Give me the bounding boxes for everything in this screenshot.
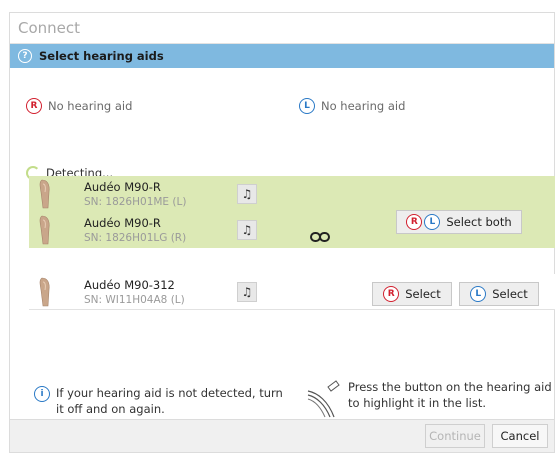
hearing-aid-icon xyxy=(39,277,50,307)
press-button-hint: Press the button on the hearing aid to h… xyxy=(306,379,555,419)
select-both-button[interactable]: R L Select both xyxy=(396,210,522,234)
select-left-button[interactable]: L Select xyxy=(459,282,539,306)
music-note-icon[interactable]: ♫ xyxy=(237,184,257,204)
select-right-label: Select xyxy=(405,287,441,301)
continue-button[interactable]: Continue xyxy=(425,424,485,448)
hearing-aid-icon xyxy=(39,215,50,245)
left-badge: L xyxy=(424,214,441,230)
link-icon xyxy=(310,232,330,242)
left-badge: L xyxy=(299,98,315,114)
select-both-label: Select both xyxy=(446,215,512,229)
right-badge: R xyxy=(26,98,42,114)
dialog-footer: Continue Cancel xyxy=(10,419,554,452)
info-circle-icon: i xyxy=(34,386,50,402)
device-serial: SN: 1826H01ME (L) xyxy=(84,196,187,208)
select-left-label: Select xyxy=(492,287,528,301)
device-name: Audéo M90-R xyxy=(84,216,161,230)
device-name: Audéo M90-312 xyxy=(84,278,175,292)
press-button-hint-text: Press the button on the hearing aid to h… xyxy=(348,380,552,410)
music-note-icon[interactable]: ♫ xyxy=(237,220,257,240)
not-detected-hint-text: If your hearing aid is not detected, tur… xyxy=(56,386,283,416)
right-badge: R xyxy=(406,214,423,230)
left-badge: L xyxy=(470,286,487,302)
window-title: Connect xyxy=(10,13,554,44)
connect-dialog: Connect ? Select hearing aids R No heari… xyxy=(9,12,555,453)
right-side-status-text: No hearing aid xyxy=(48,99,133,113)
right-badge: R xyxy=(383,286,400,302)
left-side-status-text: No hearing aid xyxy=(321,99,406,113)
device-serial: SN: 1826H01LG (R) xyxy=(84,232,187,244)
left-side-status: L No hearing aid xyxy=(299,98,405,114)
device-serial: SN: WI11H04A8 (L) xyxy=(84,294,185,306)
music-note-icon[interactable]: ♫ xyxy=(237,282,257,302)
select-right-button[interactable]: R Select xyxy=(372,282,452,306)
hearing-aid-icon xyxy=(39,179,50,209)
section-header: ? Select hearing aids xyxy=(10,44,554,68)
question-circle-icon[interactable]: ? xyxy=(18,49,32,63)
section-title: Select hearing aids xyxy=(39,49,164,63)
press-button-icon xyxy=(307,380,340,418)
device-row[interactable]: Audéo M90-R SN: 1826H01ME (L) ♫ xyxy=(29,176,555,212)
not-detected-hint: i If your hearing aid is not detected, t… xyxy=(34,385,284,417)
right-side-status: R No hearing aid xyxy=(26,98,132,114)
device-name: Audéo M90-R xyxy=(84,180,161,194)
cancel-button[interactable]: Cancel xyxy=(492,424,548,448)
